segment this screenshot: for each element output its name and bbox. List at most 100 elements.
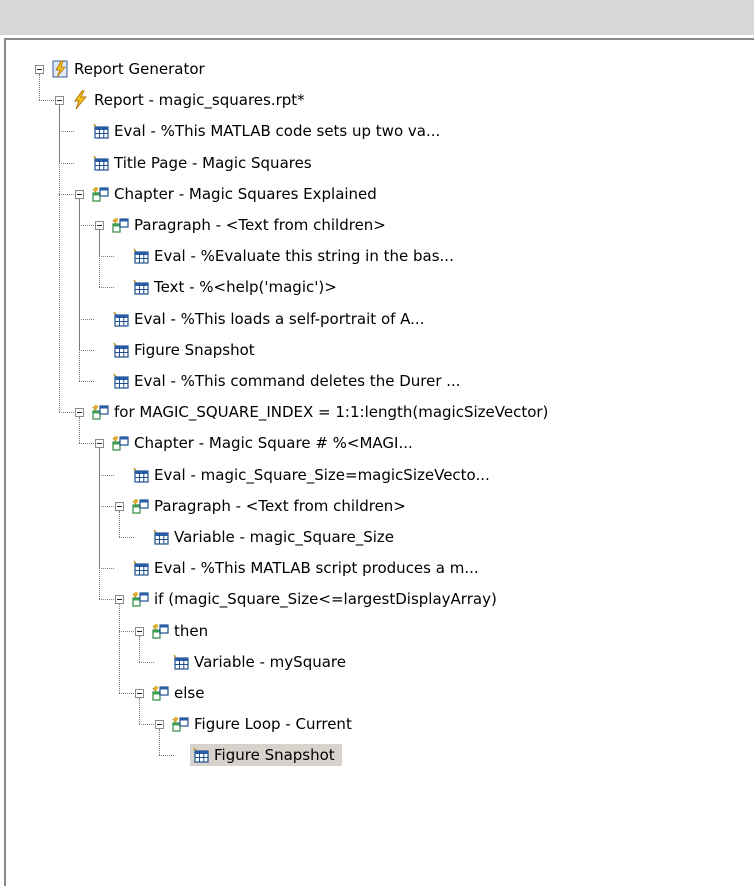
report-generator-icon	[50, 59, 70, 79]
component-group-icon	[150, 683, 170, 703]
collapse-toggle-icon[interactable]	[55, 96, 64, 106]
tree-item[interactable]: Report Generator	[50, 54, 212, 84]
tree-item[interactable]: Figure Loop - Current	[170, 709, 359, 739]
tree-item-label: Figure Snapshot	[214, 746, 335, 765]
table-component-icon	[110, 371, 130, 391]
tree-connector	[119, 630, 134, 632]
tree-connector	[99, 505, 114, 507]
tree-connector	[79, 349, 94, 351]
component-group-icon	[150, 621, 170, 641]
tree-item-content[interactable]: Report - magic_squares.rpt*	[70, 89, 312, 111]
tree-item[interactable]: Title Page - Magic Squares	[90, 148, 319, 178]
collapse-toggle-icon[interactable]	[75, 408, 84, 418]
tree-item[interactable]: Paragraph - <Text from children>	[130, 491, 413, 521]
tree-item[interactable]: Eval - %Evaluate this string in the bas.…	[130, 241, 461, 271]
tree-item-content[interactable]: Title Page - Magic Squares	[90, 152, 319, 174]
tree-item[interactable]: if (magic_Square_Size<=largestDisplayArr…	[130, 584, 504, 614]
tree-item[interactable]: Eval - %This loads a self-portrait of A.…	[110, 304, 431, 334]
collapse-toggle-icon[interactable]	[75, 189, 84, 199]
table-component-icon	[190, 745, 210, 765]
tree-item-content[interactable]: for MAGIC_SQUARE_INDEX = 1:1:length(magi…	[90, 401, 555, 423]
component-group-icon	[110, 215, 130, 235]
tree-item-label: Report - magic_squares.rpt*	[94, 91, 305, 110]
tree-item-label: Variable - mySquare	[194, 652, 346, 671]
tree-item-content[interactable]: Variable - mySquare	[170, 651, 353, 673]
tree-item-label: Eval - %This MATLAB code sets up two va.…	[114, 122, 441, 141]
collapse-toggle-icon[interactable]	[95, 221, 104, 230]
tree-item[interactable]: Eval - %This command deletes the Durer .…	[110, 366, 468, 396]
table-component-icon	[130, 246, 150, 266]
tree-item-content[interactable]: Eval - %This MATLAB script produces a m.…	[130, 557, 486, 579]
tree-item-label: for MAGIC_SQUARE_INDEX = 1:1:length(magi…	[114, 403, 549, 422]
tree-connector	[119, 537, 134, 538]
tree-item-content[interactable]: then	[150, 620, 215, 642]
collapse-toggle-icon[interactable]	[155, 720, 164, 730]
tree-item[interactable]: Chapter - Magic Square # %<MAGI...	[110, 428, 420, 458]
tree-item[interactable]: Eval - %This MATLAB code sets up two va.…	[90, 116, 447, 146]
tree-item-label: Eval - %Evaluate this string in the bas.…	[154, 247, 454, 266]
tree-connector	[59, 131, 74, 133]
report-tree[interactable]: Report Generator Report - magic_squares.r…	[0, 0, 754, 886]
tree-item-content[interactable]: Paragraph - <Text from children>	[130, 495, 413, 517]
tree-item-content[interactable]: Figure Snapshot	[190, 744, 342, 767]
tree-item[interactable]: Eval - %This MATLAB script produces a m.…	[130, 553, 486, 583]
tree-item[interactable]: else	[150, 678, 211, 708]
tree-item-content[interactable]: Eval - %This command deletes the Durer .…	[110, 370, 468, 392]
tree-connector	[79, 417, 80, 444]
table-component-icon	[110, 309, 130, 329]
tree-item-label: Report Generator	[74, 60, 205, 78]
tree-connector	[99, 474, 114, 476]
tree-item[interactable]: Report - magic_squares.rpt*	[70, 85, 312, 115]
table-component-icon	[150, 527, 170, 547]
tree-item-content[interactable]: Eval - %This MATLAB code sets up two va.…	[90, 120, 447, 142]
tree-connector	[39, 100, 54, 102]
tree-item-content[interactable]: if (magic_Square_Size<=largestDisplayArr…	[130, 588, 504, 610]
tree-item[interactable]: for MAGIC_SQUARE_INDEX = 1:1:length(magi…	[90, 397, 555, 427]
tree-item-content[interactable]: Text - %<help('magic')>	[130, 276, 344, 298]
tree-connector	[159, 729, 160, 756]
tree-item[interactable]: Chapter - Magic Squares Explained	[90, 179, 384, 209]
tree-connector	[59, 162, 74, 164]
tree-item[interactable]: Variable - magic_Square_Size	[150, 522, 401, 552]
collapse-toggle-icon[interactable]	[95, 439, 104, 449]
collapse-toggle-icon[interactable]	[115, 595, 124, 605]
collapse-toggle-icon[interactable]	[115, 501, 124, 511]
tree-item-content[interactable]: Eval - %Evaluate this string in the bas.…	[130, 245, 461, 267]
tree-item-content[interactable]: Figure Snapshot	[110, 339, 262, 361]
tree-item-content[interactable]: Paragraph - <Text from children>	[110, 214, 393, 236]
tree-item-content[interactable]: Eval - magic_Square_Size=magicSizeVecto.…	[130, 464, 497, 486]
tree-item-content[interactable]: Variable - magic_Square_Size	[150, 526, 401, 548]
tree-connector	[139, 661, 154, 663]
tree-item-content[interactable]: Report Generator	[50, 58, 212, 80]
tree-item[interactable]: Variable - mySquare	[170, 647, 353, 677]
table-component-icon	[130, 558, 150, 578]
collapse-toggle-icon[interactable]	[135, 689, 144, 698]
report-lightning-icon	[70, 90, 90, 110]
tree-item-label: Chapter - Magic Squares Explained	[114, 184, 377, 203]
tree-item-label: Eval - magic_Square_Size=magicSizeVecto.…	[154, 465, 490, 484]
tree-item[interactable]: Eval - magic_Square_Size=magicSizeVecto.…	[130, 460, 497, 490]
tree-item-content[interactable]: Figure Loop - Current	[170, 713, 359, 735]
component-group-icon	[130, 589, 150, 609]
tree-item[interactable]: then	[150, 616, 215, 646]
table-component-icon	[130, 277, 150, 297]
collapse-toggle-icon[interactable]	[35, 65, 44, 74]
tree-connector	[99, 568, 114, 570]
tree-connector	[59, 412, 74, 414]
tree-connector	[99, 599, 114, 601]
table-component-icon	[90, 121, 110, 141]
tree-item[interactable]: Figure Snapshot	[190, 740, 342, 770]
collapse-toggle-icon[interactable]	[135, 626, 144, 636]
tree-item[interactable]: Paragraph - <Text from children>	[110, 210, 393, 240]
tree-item[interactable]: Text - %<help('magic')>	[130, 272, 344, 302]
tree-connector	[99, 287, 114, 289]
tree-item-content[interactable]: Chapter - Magic Square # %<MAGI...	[110, 432, 420, 454]
tree-item[interactable]: Figure Snapshot	[110, 335, 262, 365]
tree-item-content[interactable]: Eval - %This loads a self-portrait of A.…	[110, 308, 431, 330]
tree-item-content[interactable]: Chapter - Magic Squares Explained	[90, 183, 384, 205]
tree-item-content[interactable]: else	[150, 682, 211, 704]
tree-connector	[79, 225, 94, 226]
tree-item-label: Eval - %This MATLAB script produces a m.…	[154, 559, 479, 578]
tree-item-label: Chapter - Magic Square # %<MAGI...	[134, 434, 413, 453]
tree-item-label: Title Page - Magic Squares	[114, 153, 312, 172]
